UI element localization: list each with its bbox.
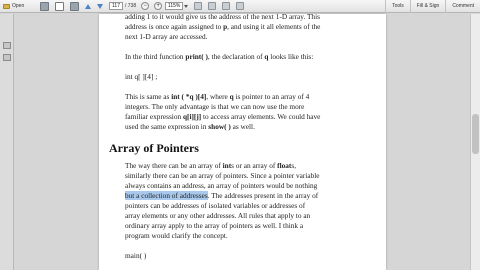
- text-selection-highlight[interactable]: but a collection of addresses: [125, 191, 208, 200]
- paragraph: This is same as int ( *q )[4], where q i…: [125, 92, 357, 132]
- toolbar-right-tabs: Tools Fill & Sign Comment: [385, 0, 480, 13]
- bookmarks-icon[interactable]: [3, 54, 11, 61]
- email-icon[interactable]: [55, 1, 64, 11]
- zoom-dropdown-icon[interactable]: [184, 4, 189, 8]
- text-line: next 1-D array are accessed.: [125, 32, 208, 41]
- text-line: array elements or any other addresses. A…: [125, 211, 311, 220]
- text-line: integers. The only advantage is that we …: [125, 102, 305, 111]
- zoom-in-button[interactable]: +: [154, 2, 163, 10]
- section-heading: Array of Pointers: [109, 141, 199, 155]
- comment-note-icon[interactable]: [222, 2, 231, 10]
- text-line: used the same expression in show( ) as w…: [125, 122, 255, 131]
- text-line: ordinary array apply to the array of poi…: [125, 221, 304, 230]
- vertical-scrollbar[interactable]: [470, 14, 480, 270]
- open-button[interactable]: Open: [0, 0, 34, 13]
- zoom-level-input[interactable]: 115%: [165, 2, 184, 10]
- open-label: Open: [12, 3, 25, 9]
- text-line: pointers can be addresses of isolated va…: [125, 201, 306, 210]
- text-line: This is same as int ( *q )[4], where q i…: [125, 92, 310, 101]
- page-total: / 738: [125, 3, 137, 9]
- fit-page-icon[interactable]: [194, 2, 203, 10]
- scrollbar-thumb[interactable]: [472, 114, 479, 154]
- text-line: program would clarify the concept.: [125, 231, 228, 240]
- zoom-out-button[interactable]: −: [141, 2, 150, 10]
- document-page: adding 1 to it would give us the address…: [99, 14, 386, 270]
- text-line: similarly there can be an array of point…: [125, 171, 320, 180]
- paragraph: adding 1 to it would give us the address…: [125, 14, 357, 42]
- text-line: The way there can be an array of ints or…: [125, 161, 297, 170]
- code-line: int q[ ][4] ;: [125, 72, 158, 81]
- folder-icon: [3, 3, 10, 9]
- text-line: always contains an address, an array of …: [125, 181, 318, 190]
- save-icon[interactable]: [70, 1, 79, 11]
- page-thumbnails-icon[interactable]: [3, 42, 11, 49]
- paragraph: The way there can be an array of ints or…: [125, 161, 357, 241]
- page-number-input[interactable]: 117: [109, 2, 123, 10]
- previous-page-icon[interactable]: [85, 3, 91, 9]
- fill-sign-tab[interactable]: Fill & Sign: [409, 0, 446, 13]
- code-line: main( ): [125, 251, 147, 260]
- comment-tab[interactable]: Comment: [445, 0, 480, 13]
- text-line: adding 1 to it would give us the address…: [125, 14, 320, 21]
- text-line: address is once again assigned to p, and…: [125, 22, 321, 31]
- fit-width-icon[interactable]: [208, 2, 217, 10]
- next-page-icon[interactable]: [97, 3, 103, 9]
- print-icon[interactable]: [40, 1, 49, 11]
- text-line: but a collection of addresses. The addre…: [125, 191, 319, 200]
- text-line: In the third function print( ), the decl…: [125, 52, 314, 61]
- navigation-pane: [0, 14, 14, 270]
- tools-tab[interactable]: Tools: [385, 0, 410, 13]
- highlight-icon[interactable]: [236, 2, 245, 10]
- page-text: adding 1 to it would give us the address…: [109, 14, 357, 261]
- text-line: familiar expression q[i][j] to access ar…: [125, 112, 321, 121]
- pdf-reader-window: Open 117 / 738 − + 115% Tools Fill & Sig…: [0, 0, 480, 270]
- toolbar: Open 117 / 738 − + 115% Tools Fill & Sig…: [0, 0, 480, 13]
